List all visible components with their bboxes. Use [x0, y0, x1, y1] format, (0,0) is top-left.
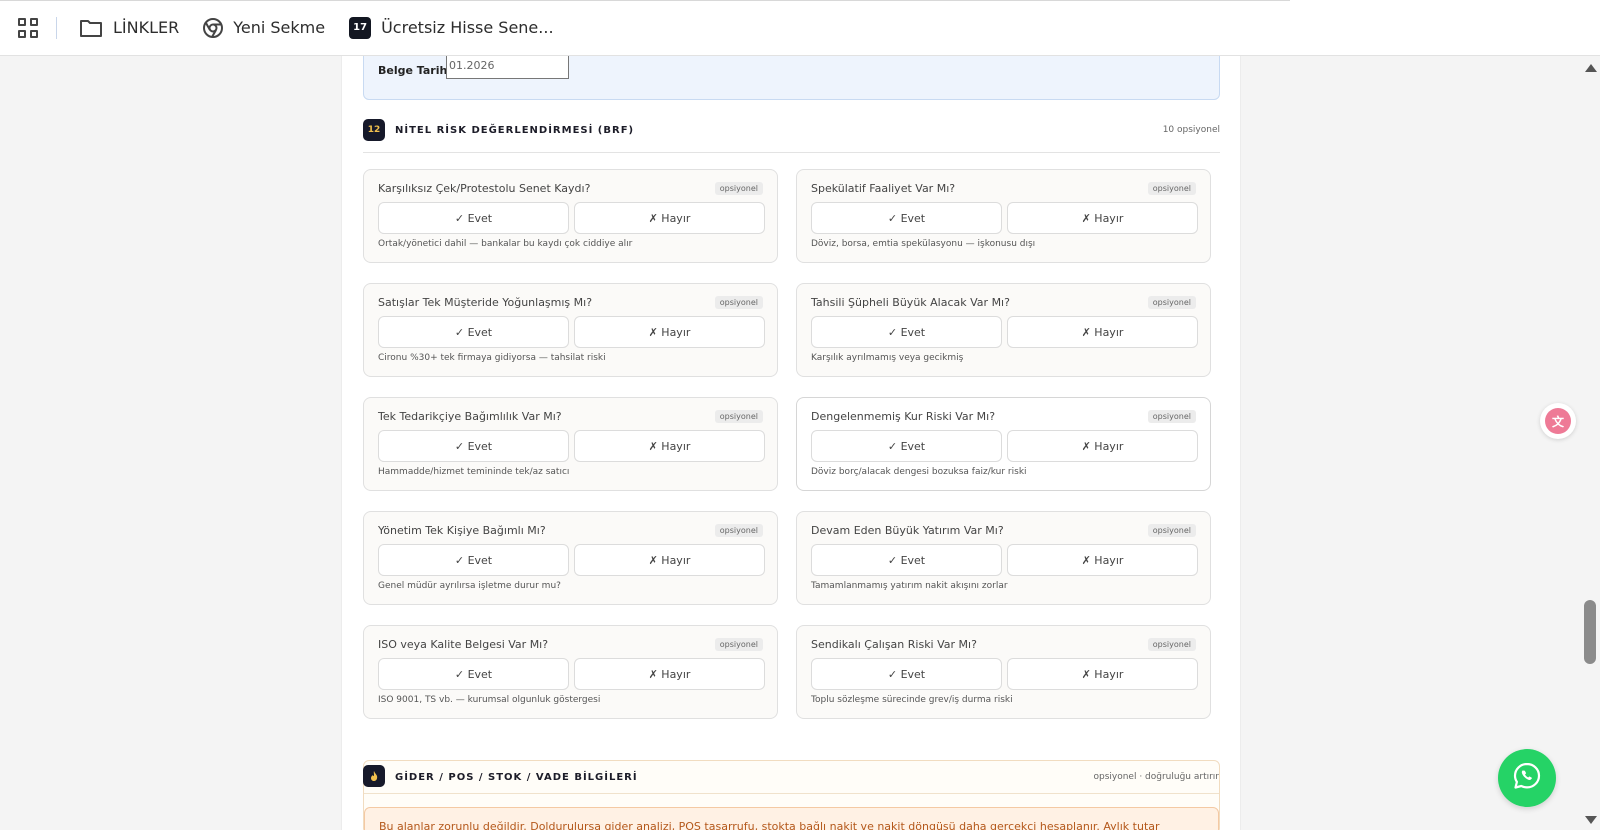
question-card: Yönetim Tek Kişiye Bağımlı Mı? opsiyonel…: [363, 511, 778, 605]
bookmark-tradingview[interactable]: 17 Ücretsiz Hisse Sene...: [349, 16, 554, 39]
bookmark-yeni-sekme[interactable]: Yeni Sekme: [203, 17, 326, 38]
expense-section: GİDER / POS / STOK / VADE BİLGİLERİ opsi…: [363, 760, 1220, 830]
bookmarks-separator: [56, 16, 57, 39]
main-content: Belge Tarihi 12 NİTEL RİSK DEĞERLENDİRME…: [341, 56, 1241, 830]
chrome-icon: [203, 17, 224, 38]
section-title: NİTEL RİSK DEĞERLENDİRMESİ (BRF): [395, 124, 635, 136]
optional-badge: opsiyonel: [714, 524, 763, 537]
yes-button[interactable]: ✓ Evet: [811, 202, 1002, 234]
bookmark-linkler[interactable]: LİNKLER: [79, 18, 179, 38]
date-label: Belge Tarihi: [378, 64, 452, 77]
question-card: Karşılıksız Çek/Protestolu Senet Kaydı? …: [363, 169, 778, 263]
question-card: Tek Tedarikçiye Bağımlılık Var Mı? opsiy…: [363, 397, 778, 491]
optional-badge: opsiyonel: [714, 638, 763, 651]
question-title: Dengelenmemiş Kur Riski Var Mı?: [811, 410, 996, 423]
question-card: Dengelenmemiş Kur Riski Var Mı? opsiyone…: [796, 397, 1211, 491]
question-hint: Ortak/yönetici dahil — bankalar bu kaydı…: [378, 239, 633, 249]
question-card: Spekülatif Faaliyet Var Mı? opsiyonel ✓ …: [796, 169, 1211, 263]
fire-icon: [363, 764, 385, 787]
bookmarks-bar: LİNKLER Yeni Sekme 17 Ücretsiz Hisse Sen…: [0, 0, 1600, 56]
question-title: Spekülatif Faaliyet Var Mı?: [811, 182, 956, 195]
yes-button[interactable]: ✓ Evet: [378, 544, 569, 576]
whatsapp-icon: [1511, 760, 1543, 796]
question-card: Satışlar Tek Müşteride Yoğunlaşmış Mı? o…: [363, 283, 778, 377]
no-button[interactable]: ✗ Hayır: [1007, 430, 1198, 462]
whatsapp-button[interactable]: [1498, 749, 1556, 807]
yes-button[interactable]: ✓ Evet: [811, 430, 1002, 462]
section-optional-note: opsiyonel · doğruluğu artırır: [1093, 772, 1219, 782]
question-title: Tahsili Şüpheli Büyük Alacak Var Mı?: [811, 296, 1010, 309]
section-divider: [364, 793, 1219, 794]
question-title: Yönetim Tek Kişiye Bağımlı Mı?: [378, 524, 546, 537]
bookmark-label: Ücretsiz Hisse Sene...: [381, 18, 554, 37]
top-divider: [0, 0, 1290, 1]
question-card: Sendikalı Çalışan Riski Var Mı? opsiyone…: [796, 625, 1211, 719]
yes-button[interactable]: ✓ Evet: [811, 316, 1002, 348]
question-hint: Tamamlanmamış yatırım nakit akışını zorl…: [811, 581, 1008, 591]
optional-badge: opsiyonel: [1147, 410, 1196, 423]
question-hint: Hammadde/hizmet temininde tek/az satıcı: [378, 467, 570, 477]
no-button[interactable]: ✗ Hayır: [574, 658, 765, 690]
page-scrollbar[interactable]: [1580, 56, 1600, 830]
yes-button[interactable]: ✓ Evet: [378, 316, 569, 348]
question-hint: Döviz, borsa, emtia spekülasyonu — işkon…: [811, 239, 1036, 249]
no-button[interactable]: ✗ Hayır: [1007, 658, 1198, 690]
tradingview-icon: 17: [349, 16, 372, 39]
section-divider: [363, 152, 1220, 153]
question-hint: Karşılık ayrılmamış veya gecikmiş: [811, 353, 964, 363]
no-button[interactable]: ✗ Hayır: [1007, 202, 1198, 234]
scroll-thumb[interactable]: [1584, 600, 1596, 664]
apps-grid-icon[interactable]: [18, 17, 38, 38]
translate-icon: 文: [1545, 408, 1571, 434]
section-12-header: 12 NİTEL RİSK DEĞERLENDİRMESİ (BRF) 10 o…: [363, 114, 1220, 146]
optional-badge: opsiyonel: [714, 410, 763, 423]
no-button[interactable]: ✗ Hayır: [574, 544, 765, 576]
yes-button[interactable]: ✓ Evet: [811, 544, 1002, 576]
question-card: Tahsili Şüpheli Büyük Alacak Var Mı? ops…: [796, 283, 1211, 377]
question-hint: Genel müdür ayrılırsa işletme durur mu?: [378, 581, 561, 591]
bookmark-label: LİNKLER: [113, 18, 180, 37]
question-title: Sendikalı Çalışan Riski Var Mı?: [811, 638, 977, 651]
question-title: ISO veya Kalite Belgesi Var Mı?: [378, 638, 549, 651]
optional-badge: opsiyonel: [714, 296, 763, 309]
folder-icon: [79, 18, 103, 38]
expense-section-header: GİDER / POS / STOK / VADE BİLGİLERİ opsi…: [363, 761, 1219, 793]
section-number-badge: 12: [363, 119, 385, 141]
no-button[interactable]: ✗ Hayır: [574, 430, 765, 462]
yes-button[interactable]: ✓ Evet: [378, 430, 569, 462]
optional-count: 10 opsiyonel: [1162, 125, 1220, 135]
yes-button[interactable]: ✓ Evet: [811, 658, 1002, 690]
no-button[interactable]: ✗ Hayır: [574, 316, 765, 348]
question-title: Satışlar Tek Müşteride Yoğunlaşmış Mı?: [378, 296, 593, 309]
optional-badge: opsiyonel: [1147, 524, 1196, 537]
section-title: GİDER / POS / STOK / VADE BİLGİLERİ: [395, 771, 638, 783]
question-title: Tek Tedarikçiye Bağımlılık Var Mı?: [378, 410, 562, 423]
translate-button[interactable]: 文: [1540, 403, 1576, 439]
question-card: ISO veya Kalite Belgesi Var Mı? opsiyone…: [363, 625, 778, 719]
info-note: Bu alanlar zorunlu değildir. Doldurulurs…: [364, 807, 1219, 830]
question-title: Devam Eden Büyük Yatırım Var Mı?: [811, 524, 1004, 537]
scroll-down-arrow-icon[interactable]: [1585, 816, 1597, 824]
date-input[interactable]: [446, 56, 569, 79]
optional-badge: opsiyonel: [1147, 182, 1196, 195]
question-title: Karşılıksız Çek/Protestolu Senet Kaydı?: [378, 182, 591, 195]
question-hint: Toplu sözleşme sürecinde grev/iş durma r…: [811, 695, 1013, 705]
question-hint: Döviz borç/alacak dengesi bozuksa faiz/k…: [811, 467, 1027, 477]
question-hint: Cironu %30+ tek firmaya gidiyorsa — tahs…: [378, 353, 606, 363]
optional-badge: opsiyonel: [1147, 296, 1196, 309]
scroll-up-arrow-icon[interactable]: [1585, 64, 1597, 72]
yes-button[interactable]: ✓ Evet: [378, 658, 569, 690]
bookmark-label: Yeni Sekme: [233, 18, 326, 37]
no-button[interactable]: ✗ Hayır: [1007, 544, 1198, 576]
no-button[interactable]: ✗ Hayır: [1007, 316, 1198, 348]
no-button[interactable]: ✗ Hayır: [574, 202, 765, 234]
question-hint: ISO 9001, TS vb. — kurumsal olgunluk gös…: [378, 695, 601, 705]
optional-badge: opsiyonel: [714, 182, 763, 195]
optional-badge: opsiyonel: [1147, 638, 1196, 651]
yes-button[interactable]: ✓ Evet: [378, 202, 569, 234]
date-section: Belge Tarihi: [363, 56, 1220, 100]
question-card: Devam Eden Büyük Yatırım Var Mı? opsiyon…: [796, 511, 1211, 605]
